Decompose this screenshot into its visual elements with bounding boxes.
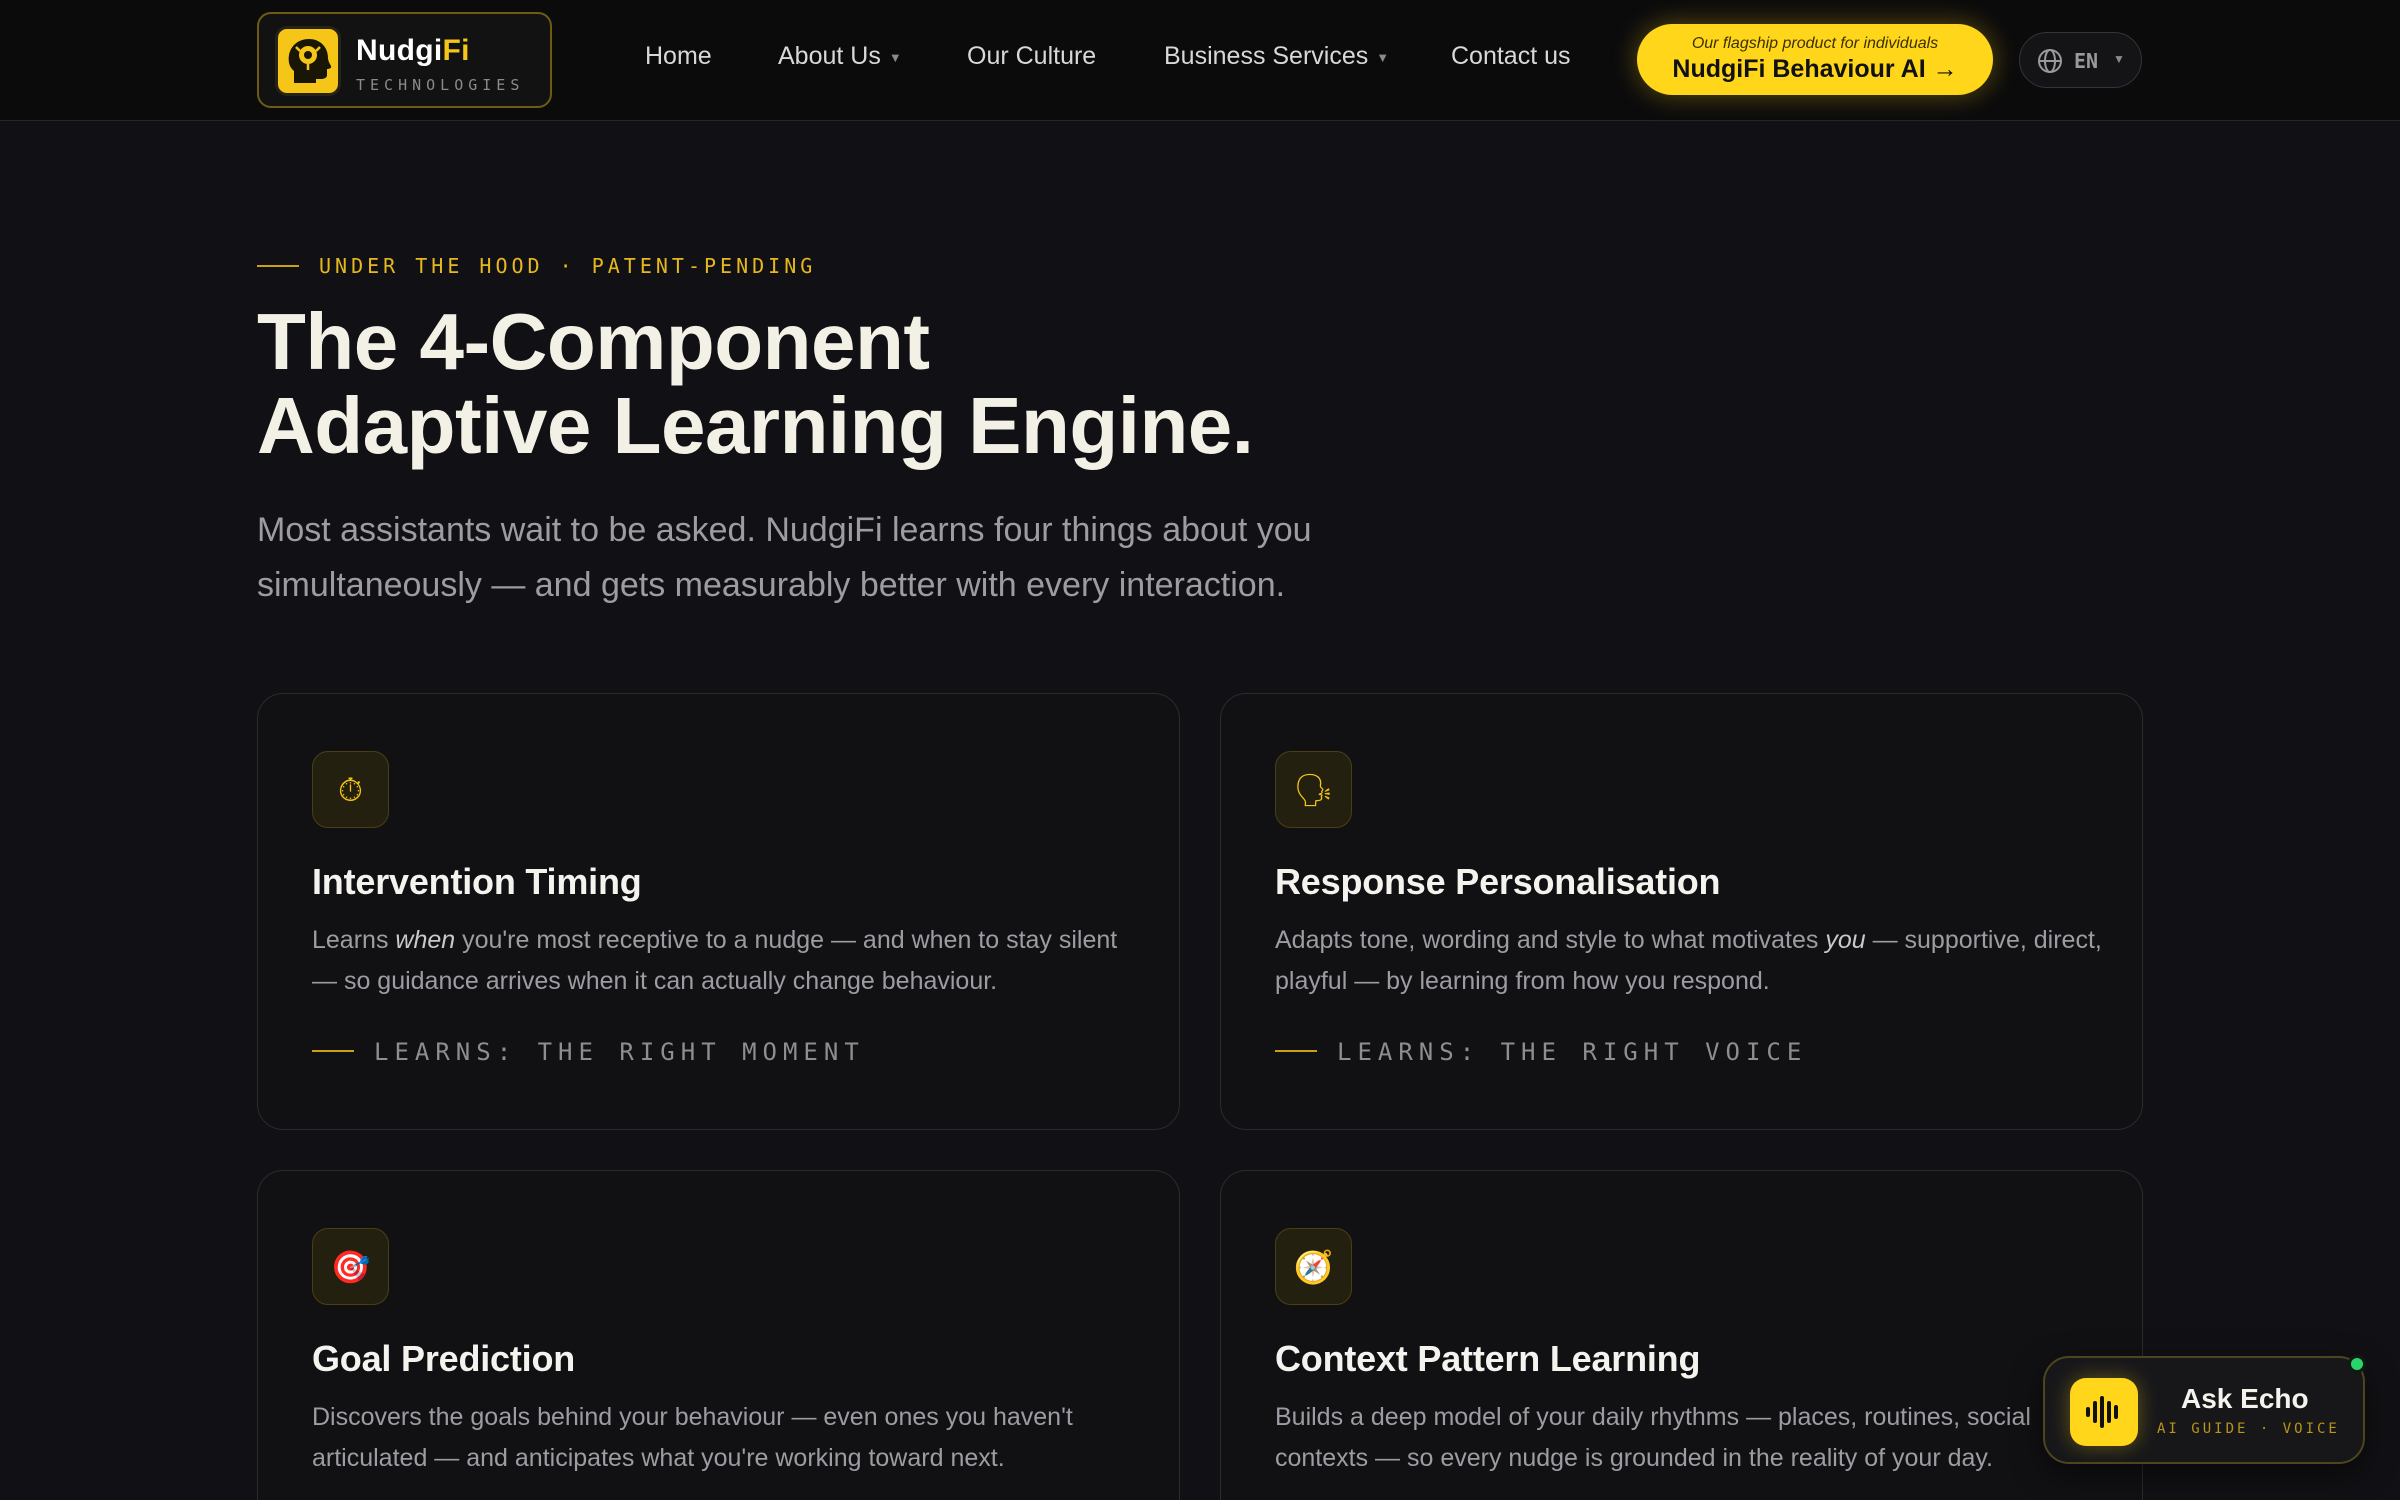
section-eyebrow: UNDER THE HOOD · PATENT-PENDING [257, 254, 816, 278]
nav-home[interactable]: Home [645, 42, 712, 71]
page-title-line-2: Adaptive Learning Engine. [257, 381, 1254, 470]
globe-icon [2038, 49, 2062, 73]
card-learns-tag: LEARNS: THE RIGHT VOICE [1275, 1038, 1807, 1068]
card-title: Intervention Timing [312, 861, 642, 902]
brand-name: NudgiFi [356, 34, 470, 67]
card-title: Response Personalisation [1275, 861, 1721, 902]
card-title: Context Pattern Learning [1275, 1338, 1701, 1379]
nav-about-us-label: About Us [778, 42, 881, 70]
nav-business-services[interactable]: Business Services ▼ [1164, 42, 1389, 71]
chevron-down-icon: ▼ [1376, 49, 1390, 65]
card-title: Goal Prediction [312, 1338, 576, 1379]
nav-our-culture-label: Our Culture [967, 42, 1097, 70]
ask-echo-title: Ask Echo [2181, 1383, 2309, 1414]
nav-about-us[interactable]: About Us ▼ [778, 42, 902, 71]
hero-description: Most assistants wait to be asked. NudgiF… [257, 511, 1312, 604]
card-description: Builds a deep model of your daily rhythm… [1275, 1403, 2031, 1472]
chevron-down-icon: ▼ [888, 49, 902, 65]
compass-icon: 🧭 [1275, 1228, 1352, 1305]
brand-subtitle: TECHNOLOGIES [356, 76, 525, 94]
nav-contact-us[interactable]: Contact us [1451, 42, 1571, 71]
card-description: Adapts tone, wording and style to what m… [1275, 926, 2102, 995]
site-header: NudgiFi TECHNOLOGIES Home About Us ▼ Our … [0, 0, 2400, 121]
language-selector[interactable]: EN ▼ [2019, 32, 2142, 88]
component-card-goal-prediction: 🎯 Goal Prediction Discovers the goals be… [257, 1170, 1180, 1500]
card-learns-tag: LEARNS: THE RIGHT MOMENT [312, 1038, 865, 1068]
cta-kicker: Our flagship product for individuals [1691, 35, 1939, 52]
flagship-product-button[interactable]: Our flagship product for individuals Nud… [1637, 24, 1993, 95]
ask-echo-subtitle: AI GUIDE · VOICE [2157, 1421, 2340, 1437]
page-title: The 4-Component Adaptive Learning Engine… [257, 300, 1457, 468]
card-description: Learns when you're most receptive to a n… [312, 926, 1118, 995]
brand-logo[interactable]: NudgiFi TECHNOLOGIES [257, 12, 552, 108]
nav-our-culture[interactable]: Our Culture [967, 42, 1096, 71]
cta-label: NudgiFi Behaviour AI → [1672, 55, 1958, 83]
target-icon: 🎯 [312, 1228, 389, 1305]
tag-rule [1275, 1050, 1317, 1052]
component-card-intervention-timing: ⏱ Intervention Timing Learns when you're… [257, 693, 1180, 1130]
online-status-dot [2348, 1355, 2366, 1373]
nav-business-services-label: Business Services [1164, 42, 1369, 70]
nav-home-label: Home [645, 42, 712, 70]
eyebrow-rule [257, 264, 299, 267]
voice-waveform-icon [2070, 1378, 2138, 1446]
component-card-context-pattern-learning: 🧭 Context Pattern Learning Builds a deep… [1220, 1170, 2143, 1500]
brain-head-icon [275, 26, 341, 96]
nav-contact-us-label: Contact us [1451, 42, 1571, 70]
ask-echo-widget[interactable]: Ask Echo AI GUIDE · VOICE [2043, 1356, 2365, 1464]
language-label: EN [2074, 49, 2099, 73]
card-description: Discovers the goals behind your behaviou… [312, 1403, 1073, 1472]
tag-rule [312, 1050, 354, 1052]
component-card-response-personalisation: 🗣 Response Personalisation Adapts tone, … [1220, 693, 2143, 1130]
page-title-line-1: The 4-Component [257, 297, 930, 386]
chevron-down-icon: ▼ [2113, 52, 2125, 66]
speaking-head-icon: 🗣 [1275, 751, 1352, 828]
stopwatch-icon: ⏱ [312, 751, 389, 828]
